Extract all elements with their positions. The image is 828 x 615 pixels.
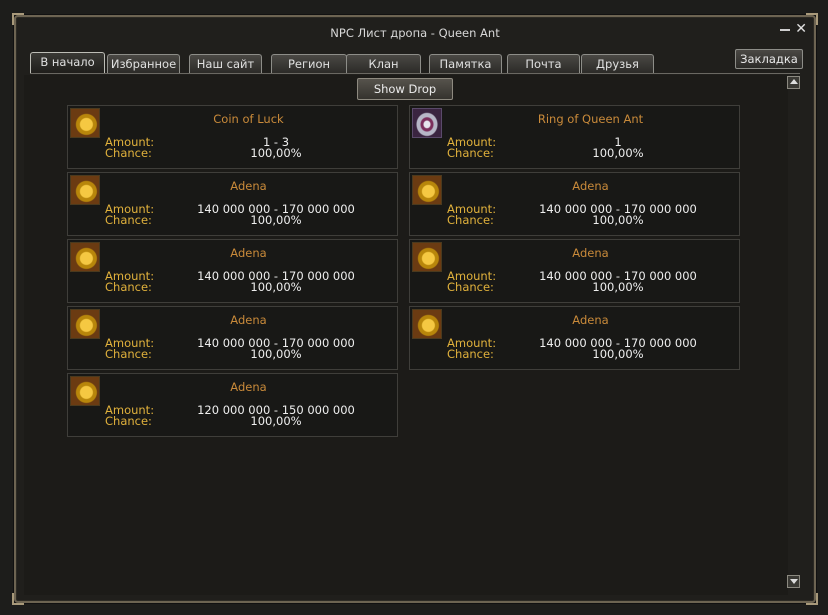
item-name: Ring of Queen Ant [537, 112, 644, 126]
chance-value: 100,00% [250, 280, 302, 294]
scroll-up-button[interactable] [787, 76, 800, 89]
chance-value: 100,00% [250, 414, 302, 428]
tab-favorites[interactable]: Избранное [107, 54, 180, 73]
item-name: Adena [230, 380, 267, 394]
adena-icon [70, 175, 100, 205]
bookmark-button[interactable]: Закладка [735, 49, 803, 69]
drop-item: Adena Amount: Chance: 120 000 000 - 150 … [67, 373, 398, 437]
item-name: Adena [572, 179, 609, 193]
adena-icon [412, 309, 442, 339]
minimize-button[interactable] [780, 26, 790, 31]
tab-divider [30, 73, 800, 74]
chance-label: Chance: [447, 280, 494, 294]
chance-label: Chance: [105, 213, 152, 227]
item-name: Adena [230, 246, 267, 260]
adena-icon [70, 309, 100, 339]
item-name: Adena [572, 313, 609, 327]
tab-region[interactable]: Регион [271, 54, 347, 73]
adena-icon [412, 175, 442, 205]
chance-label: Chance: [447, 347, 494, 361]
frame-corner [12, 13, 24, 25]
chance-label: Chance: [447, 146, 494, 160]
chance-label: Chance: [105, 146, 152, 160]
chance-label: Chance: [105, 347, 152, 361]
adena-icon [70, 376, 100, 406]
drop-item: Ring of Queen Ant Amount: Chance: 1 100,… [409, 105, 740, 169]
adena-icon [412, 242, 442, 272]
window-title: NPC Лист дропа - Queen Ant [330, 26, 500, 40]
drop-item: Adena Amount: Chance: 140 000 000 - 170 … [409, 172, 740, 236]
drop-item: Adena Amount: Chance: 140 000 000 - 170 … [409, 239, 740, 303]
drop-list-window: NPC Лист дропа - Queen Ant ✕ В начало Из… [12, 13, 818, 605]
drop-item: Coin of Luck Amount: Chance: 1 - 3 100,0… [67, 105, 398, 169]
tab-home[interactable]: В начало [30, 52, 105, 73]
chance-label: Chance: [447, 213, 494, 227]
chance-value: 100,00% [592, 347, 644, 361]
chance-value: 100,00% [250, 213, 302, 227]
chance-value: 100,00% [250, 347, 302, 361]
drop-item: Adena Amount: Chance: 140 000 000 - 170 … [67, 172, 398, 236]
item-name: Adena [230, 313, 267, 327]
frame-corner [12, 593, 24, 605]
drop-item: Adena Amount: Chance: 140 000 000 - 170 … [409, 306, 740, 370]
drop-item: Adena Amount: Chance: 140 000 000 - 170 … [67, 239, 398, 303]
frame-corner [806, 13, 818, 25]
tab-friends[interactable]: Друзья [581, 54, 654, 73]
tab-mail[interactable]: Почта [507, 54, 580, 73]
tab-our-site[interactable]: Наш сайт [189, 54, 262, 73]
adena-icon [70, 242, 100, 272]
chance-value: 100,00% [592, 213, 644, 227]
frame-corner [806, 593, 818, 605]
chance-label: Chance: [105, 414, 152, 428]
chance-value: 100,00% [592, 280, 644, 294]
chance-value: 100,00% [250, 146, 302, 160]
show-drop-button[interactable]: Show Drop [357, 78, 453, 100]
tab-memo[interactable]: Памятка [429, 54, 502, 73]
close-button[interactable]: ✕ [795, 22, 807, 36]
scroll-down-button[interactable] [787, 575, 800, 588]
ring-icon [412, 108, 442, 138]
item-name: Adena [572, 246, 609, 260]
item-name: Adena [230, 179, 267, 193]
item-name: Coin of Luck [213, 112, 284, 126]
coin-icon [70, 108, 100, 138]
tab-clan[interactable]: Клан [346, 54, 421, 73]
chance-label: Chance: [105, 280, 152, 294]
drop-item: Adena Amount: Chance: 140 000 000 - 170 … [67, 306, 398, 370]
chance-value: 100,00% [592, 146, 644, 160]
